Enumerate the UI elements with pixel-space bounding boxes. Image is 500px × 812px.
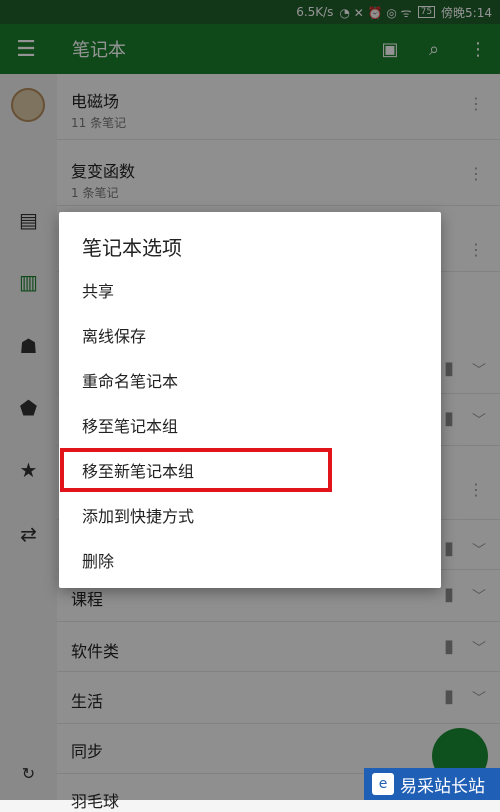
option-add-shortcut[interactable]: 添加到快捷方式 bbox=[82, 503, 194, 527]
option-move-to-stack[interactable]: 移至笔记本组 bbox=[82, 413, 178, 437]
highlight-box bbox=[60, 448, 332, 492]
watermark-text: 易采站长站 bbox=[400, 776, 485, 797]
option-rename-notebook[interactable]: 重命名笔记本 bbox=[82, 368, 178, 392]
option-offline-save[interactable]: 离线保存 bbox=[82, 323, 146, 347]
notebook-options-dialog: 笔记本选项 共享 离线保存 重命名笔记本 移至笔记本组 移至新笔记本组 添加到快… bbox=[59, 212, 441, 588]
option-delete[interactable]: 删除 bbox=[82, 548, 114, 572]
watermark-logo-icon: e bbox=[372, 773, 394, 795]
watermark: e 易采站长站 bbox=[364, 768, 500, 800]
dialog-title: 笔记本选项 bbox=[82, 236, 182, 260]
option-share[interactable]: 共享 bbox=[82, 278, 114, 302]
